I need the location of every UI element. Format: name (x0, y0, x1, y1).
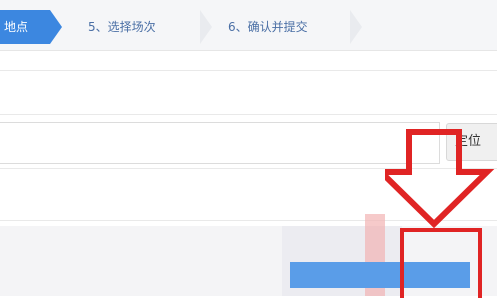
address-input[interactable] (0, 122, 440, 164)
divider (0, 114, 497, 115)
step-label: 5、选择场次 (88, 20, 156, 34)
step-label: 地点 (4, 20, 29, 34)
step-label: 6、确认并提交 (228, 20, 308, 34)
step-separator (200, 10, 212, 44)
down-arrow-icon (385, 129, 495, 228)
step-progress-bar: 地点 5、选择场次 6、确认并提交 (0, 0, 497, 51)
step-location[interactable]: 地点 (0, 10, 62, 44)
step-separator (350, 10, 362, 44)
divider (0, 70, 497, 71)
step-confirm-submit[interactable]: 6、确认并提交 (220, 10, 370, 44)
highlight-box (400, 228, 482, 298)
